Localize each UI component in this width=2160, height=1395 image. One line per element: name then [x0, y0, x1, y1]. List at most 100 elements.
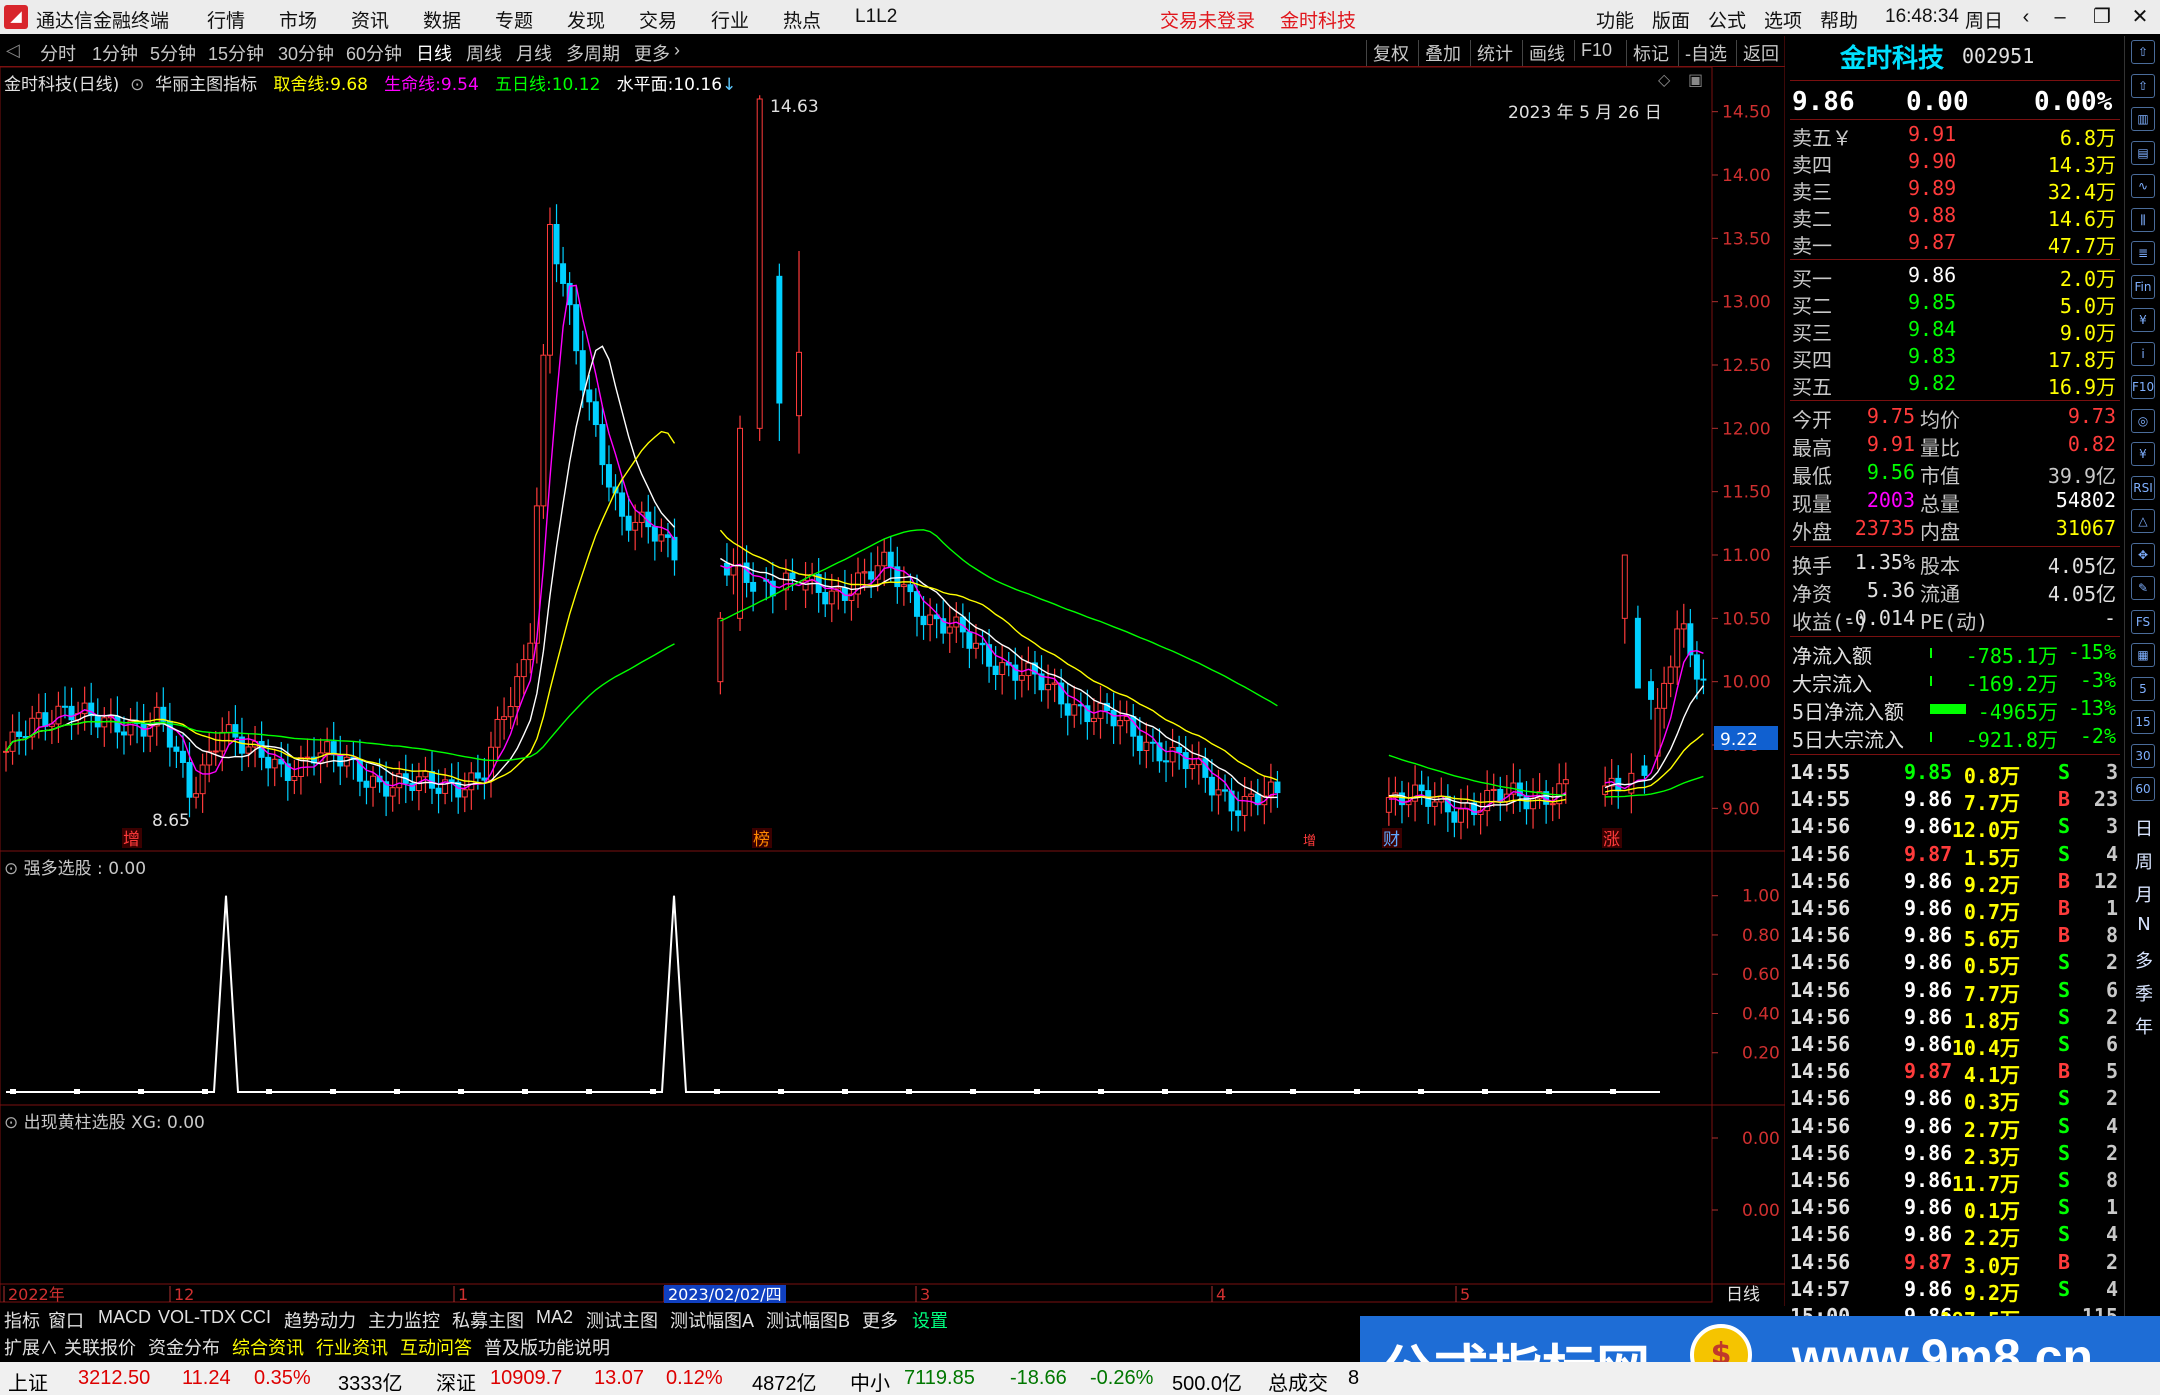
info-tab[interactable]: 普及版功能说明 — [484, 1334, 610, 1360]
restore-icon[interactable]: ❐ — [2086, 2, 2118, 32]
indicator-tab[interactable]: 设置 — [912, 1307, 948, 1333]
tick-price: 9.86 — [1904, 950, 1953, 975]
cycle-button[interactable]: 月 — [2133, 881, 2155, 907]
back-arrow-icon[interactable]: ‹ — [2010, 2, 2042, 32]
settings-icon[interactable]: ⊙ — [4, 859, 18, 879]
index-name[interactable]: 深证 — [436, 1367, 476, 1395]
candle-body — [88, 702, 95, 717]
side-grid-icon[interactable]: ▦ — [2131, 643, 2155, 667]
indicator-tab[interactable]: VOL-TDX — [158, 1307, 236, 1328]
side-info-icon[interactable]: i — [2131, 341, 2155, 366]
info-tab[interactable]: 资金分布 — [148, 1334, 220, 1360]
side-up-arrow-icon[interactable]: ⇧ — [2131, 73, 2155, 98]
side-toolbar: ⇧ ⇧ ▥ ▤ ∿ ⫼ ≣ Fin ¥ i F10 ◎ ¥ RSI △ ✥ ✎ FS ▦ 5 15 30 60 日周月 N 多季年 — [2124, 36, 2160, 1326]
tick-price: 9.86 — [1904, 1195, 1953, 1220]
ask-price[interactable]: 9.91 — [1908, 122, 1956, 146]
bid-price[interactable]: 9.82 — [1908, 371, 1956, 395]
side-bars-icon[interactable]: ▤ — [2131, 140, 2155, 165]
indicator-tab[interactable]: 测试幅图A — [670, 1307, 754, 1333]
info-tab[interactable]: 关联报价 — [64, 1334, 136, 1360]
ask-price[interactable]: 9.89 — [1908, 176, 1956, 200]
subchart2-title[interactable]: 出现黄柱选股 — [24, 1113, 126, 1133]
indicator-tab[interactable]: 主力监控 — [368, 1307, 440, 1333]
bid-price[interactable]: 9.85 — [1908, 290, 1956, 314]
side-60-icon[interactable]: 60 — [2131, 777, 2155, 801]
index-name[interactable]: 中小 — [850, 1367, 890, 1395]
side-ring-icon[interactable]: ◎ — [2131, 408, 2155, 433]
ask-price[interactable]: 9.88 — [1908, 203, 1956, 227]
cycle-button[interactable]: 周 — [2133, 848, 2155, 874]
side-warn-icon[interactable]: △ — [2131, 509, 2155, 533]
subchart1-title[interactable]: 强多选股 — [24, 859, 92, 879]
tick-row: 14:56 9.86 2.7万 S 4 — [1790, 1114, 2120, 1142]
tick-count: 6 — [2105, 1032, 2118, 1056]
indicator-tab[interactable]: MA2 — [536, 1307, 573, 1328]
cycle-button[interactable]: 年 — [2133, 1013, 2155, 1039]
side-pen-icon[interactable]: ✎ — [2131, 576, 2155, 600]
indicator-tab[interactable]: 私募主图 — [452, 1307, 524, 1333]
settings-icon[interactable]: ⊙ — [4, 1113, 18, 1133]
event-marker-label[interactable]: 涨 — [1603, 830, 1620, 850]
minimize-icon[interactable]: – — [2044, 2, 2076, 32]
close-icon[interactable]: ✕ — [2124, 2, 2156, 32]
bid-volume: 17.8万 — [2047, 348, 2116, 372]
side-rsi-icon[interactable]: RSI — [2131, 475, 2155, 500]
side-chart-icon[interactable]: ▥ — [2131, 107, 2155, 131]
subchart2-y-label: 0.00 — [1742, 1129, 1780, 1149]
info-tab[interactable]: 行业资讯 — [316, 1334, 388, 1360]
side-15-icon[interactable]: 15 — [2131, 710, 2155, 734]
index-name[interactable]: 上证 — [8, 1367, 48, 1395]
line-label: 生命线 — [384, 75, 436, 95]
side-cross-icon[interactable]: ✥ — [2131, 542, 2155, 567]
indicator-tab[interactable]: 更多 — [862, 1307, 898, 1333]
stat-value: 2003 — [1866, 488, 1915, 512]
side-5-icon[interactable]: 5 — [2131, 676, 2155, 701]
clock-weekday: 周日 — [1965, 11, 2004, 32]
indicator-tab[interactable]: 指标 — [4, 1307, 40, 1333]
cycle-button[interactable]: 季 — [2133, 980, 2155, 1006]
ask-row: 卖一 9.87 47.7万 — [1790, 230, 2120, 258]
side-30-icon[interactable]: 30 — [2131, 743, 2155, 768]
event-marker-label[interactable]: 榜 — [753, 830, 770, 850]
indicator-tab[interactable]: 趋势动力 — [284, 1307, 356, 1333]
side-minute-icon[interactable]: ∿ — [2131, 174, 2155, 198]
diamond-icon[interactable]: ◇ — [1658, 70, 1670, 89]
side-list-icon[interactable]: ≣ — [2131, 241, 2155, 265]
cycle-button[interactable]: 日 — [2133, 815, 2155, 841]
side-f10-icon[interactable]: F10 — [2131, 375, 2155, 399]
indicator-tab[interactable]: MACD — [98, 1307, 151, 1328]
side-klines-icon[interactable]: ⫼ — [2131, 207, 2155, 232]
info-tab[interactable]: 综合资讯 — [232, 1334, 304, 1360]
bid-price[interactable]: 9.83 — [1908, 344, 1956, 368]
chart-canvas[interactable]: 14.5014.0013.5013.0012.5012.0011.5011.00… — [0, 0, 1785, 1306]
ask-price[interactable]: 9.90 — [1908, 149, 1956, 173]
ask-price[interactable]: 9.87 — [1908, 230, 1956, 254]
cycle-button[interactable]: 多 — [2133, 947, 2155, 973]
bid-price[interactable]: 9.84 — [1908, 317, 1956, 341]
indicator-tab[interactable]: 测试幅图B — [766, 1307, 850, 1333]
indicator-tab[interactable]: 测试主图 — [586, 1307, 658, 1333]
info-tab[interactable]: 互动问答 — [400, 1334, 472, 1360]
candle-body — [370, 775, 377, 788]
total-turnover-value: 8 — [1348, 1367, 1360, 1389]
side-yen-icon[interactable]: ¥ — [2131, 442, 2155, 466]
indicator-tab[interactable]: 窗口 — [48, 1307, 84, 1333]
subchart1-value: 0.00 — [108, 859, 147, 879]
side-fund-icon[interactable]: ¥ — [2131, 308, 2155, 332]
side-up-arrow-icon[interactable]: ⇧ — [2131, 40, 2155, 64]
indicator-tab[interactable]: CCI — [240, 1307, 271, 1328]
indicator-name[interactable]: 华丽主图指标 — [155, 75, 257, 95]
side-fs-icon[interactable]: FS — [2131, 609, 2155, 634]
event-marker-label[interactable]: 财 — [1383, 830, 1400, 850]
event-marker-label[interactable]: 增 — [123, 830, 140, 850]
bid-price[interactable]: 9.86 — [1908, 263, 1956, 287]
tick-price: 9.85 — [1904, 760, 1953, 784]
side-fin-icon[interactable]: Fin — [2131, 274, 2155, 299]
candle-body — [81, 702, 88, 715]
event-marker-label[interactable]: 增 — [1303, 834, 1316, 849]
info-tab[interactable]: 扩展∧ — [4, 1334, 58, 1360]
menu-help[interactable]: 帮助 — [1820, 6, 1858, 33]
settings-icon[interactable]: ⊙ — [125, 75, 150, 95]
panel-toggle-icon[interactable]: ▣ — [1688, 70, 1703, 89]
cycle-button[interactable]: N — [2133, 914, 2155, 940]
